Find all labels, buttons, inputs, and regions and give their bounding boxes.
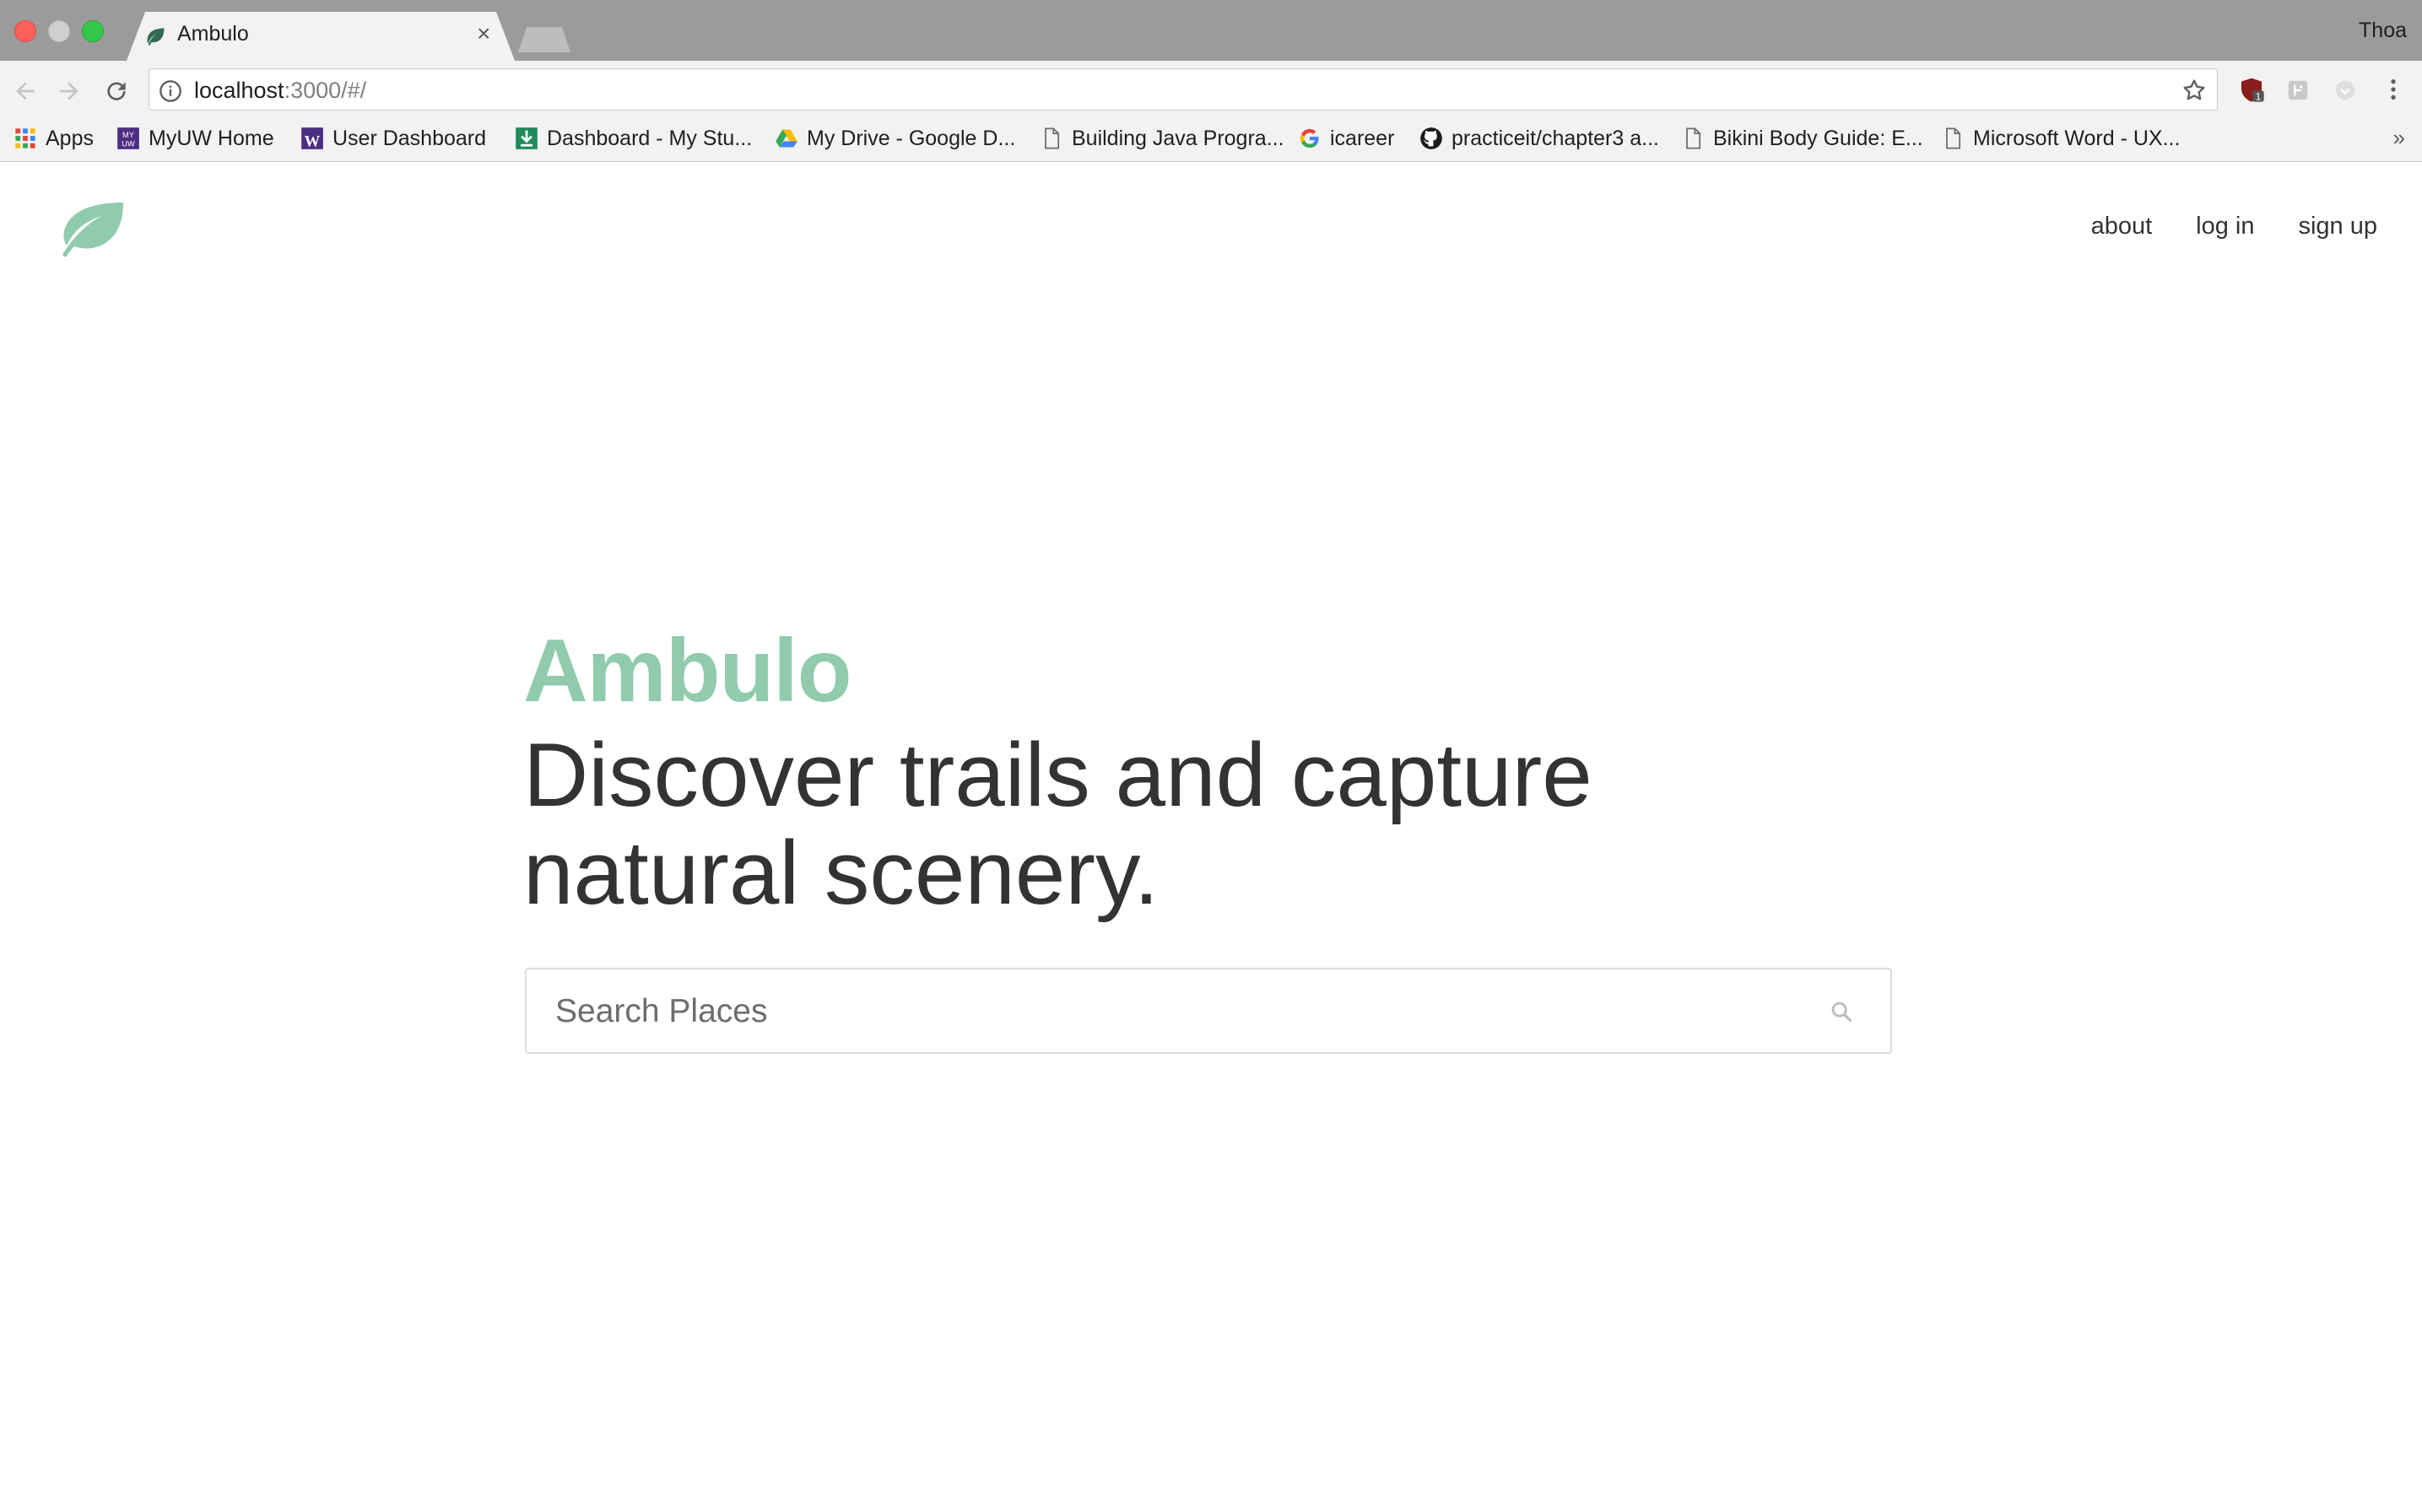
- bookmark-label: Microsoft Word - UX...: [1973, 126, 2181, 150]
- bookmark-label: Building Java Progra...: [1072, 126, 1284, 150]
- reload-icon[interactable]: [103, 78, 130, 105]
- google-drive-icon: [776, 129, 797, 148]
- bookmark-label: practiceit/chapter3 a...: [1452, 126, 1659, 150]
- apps-grid-icon: [15, 128, 35, 148]
- bookmark-label: Apps: [46, 126, 94, 150]
- url-text[interactable]: localhost:3000/#/: [194, 78, 366, 104]
- bookmark-microsoft-word[interactable]: Microsoft Word - UX...: [1941, 124, 2180, 153]
- leaf-icon: [147, 28, 165, 46]
- tab-title: Ambulo: [177, 22, 249, 46]
- leaf-logo-icon[interactable]: [51, 201, 127, 262]
- bookmark-dashboard-my-stu[interactable]: Dashboard - My Stu...: [515, 124, 752, 153]
- bookmark-building-java[interactable]: Building Java Progra...: [1040, 124, 1284, 153]
- w-logo-icon: W: [301, 127, 323, 150]
- bookmark-label: icareer: [1330, 126, 1395, 150]
- myuw-icon: MY UW: [117, 127, 139, 149]
- url-path: :3000/#/: [284, 78, 367, 103]
- search-icon[interactable]: [1830, 1000, 1853, 1023]
- search-box: [525, 968, 1892, 1054]
- bookmark-label: My Drive - Google D...: [807, 126, 1016, 150]
- address-bar[interactable]: [149, 68, 2218, 111]
- bookmark-user-dashboard[interactable]: W User Dashboard: [300, 124, 486, 153]
- window-close-button[interactable]: [14, 20, 36, 42]
- page-icon: [1045, 127, 1060, 149]
- profile-name[interactable]: Thoa: [2359, 19, 2407, 43]
- pocket-extension-icon[interactable]: [2333, 78, 2358, 103]
- nav-signup-link[interactable]: sign up: [2298, 213, 2377, 240]
- page-icon: [1946, 127, 1961, 149]
- ublock-extension-icon[interactable]: 1: [2238, 76, 2265, 103]
- bookmark-practiceit[interactable]: practiceit/chapter3 a...: [1419, 124, 1659, 153]
- window-maximize-button[interactable]: [82, 20, 104, 42]
- tab-close-icon[interactable]: ×: [477, 22, 490, 46]
- search-input[interactable]: [554, 969, 1806, 1054]
- extension-badge: 1: [2256, 91, 2262, 103]
- page-icon: [1686, 127, 1701, 149]
- bookmarks-overflow-chevron-icon[interactable]: »: [2393, 125, 2405, 151]
- url-host: localhost: [194, 78, 284, 103]
- bookmark-label: User Dashboard: [332, 126, 487, 150]
- hero-brand-title: Ambulo: [523, 621, 851, 721]
- extension-icon[interactable]: [2285, 78, 2311, 103]
- bookmark-label: MyUW Home: [149, 126, 274, 150]
- bookmark-apps[interactable]: Apps: [14, 124, 94, 153]
- bookmark-icareer[interactable]: icareer: [1298, 124, 1394, 153]
- window-minimize-button[interactable]: [48, 20, 70, 42]
- bookmark-myuw-home[interactable]: MY UW MyUW Home: [116, 124, 274, 153]
- svg-text:UW: UW: [122, 139, 135, 148]
- chrome-menu-icon[interactable]: [2380, 76, 2407, 103]
- svg-text:W: W: [305, 132, 321, 150]
- star-bookmark-icon[interactable]: [2181, 77, 2208, 104]
- info-icon[interactable]: [159, 79, 182, 103]
- svg-text:MY: MY: [122, 131, 135, 139]
- bookmark-label: Bikini Body Guide: E...: [1713, 126, 1923, 150]
- github-icon: [1420, 127, 1442, 149]
- forward-arrow-icon[interactable]: [56, 78, 83, 105]
- main-nav: about log in sign up: [2091, 213, 2377, 240]
- bookmark-label: Dashboard - My Stu...: [547, 126, 753, 150]
- bookmark-my-drive[interactable]: My Drive - Google D...: [775, 124, 1015, 153]
- bookmark-bikini-body[interactable]: Bikini Body Guide: E...: [1681, 124, 1923, 153]
- nav-login-link[interactable]: log in: [2196, 213, 2254, 240]
- google-icon: [1300, 128, 1319, 148]
- new-tab-button[interactable]: [518, 27, 570, 52]
- back-arrow-icon[interactable]: [12, 78, 39, 105]
- download-icon: [516, 127, 538, 149]
- hero-tagline: Discover trails and capture natural scen…: [523, 724, 1592, 923]
- nav-about-link[interactable]: about: [2091, 213, 2153, 240]
